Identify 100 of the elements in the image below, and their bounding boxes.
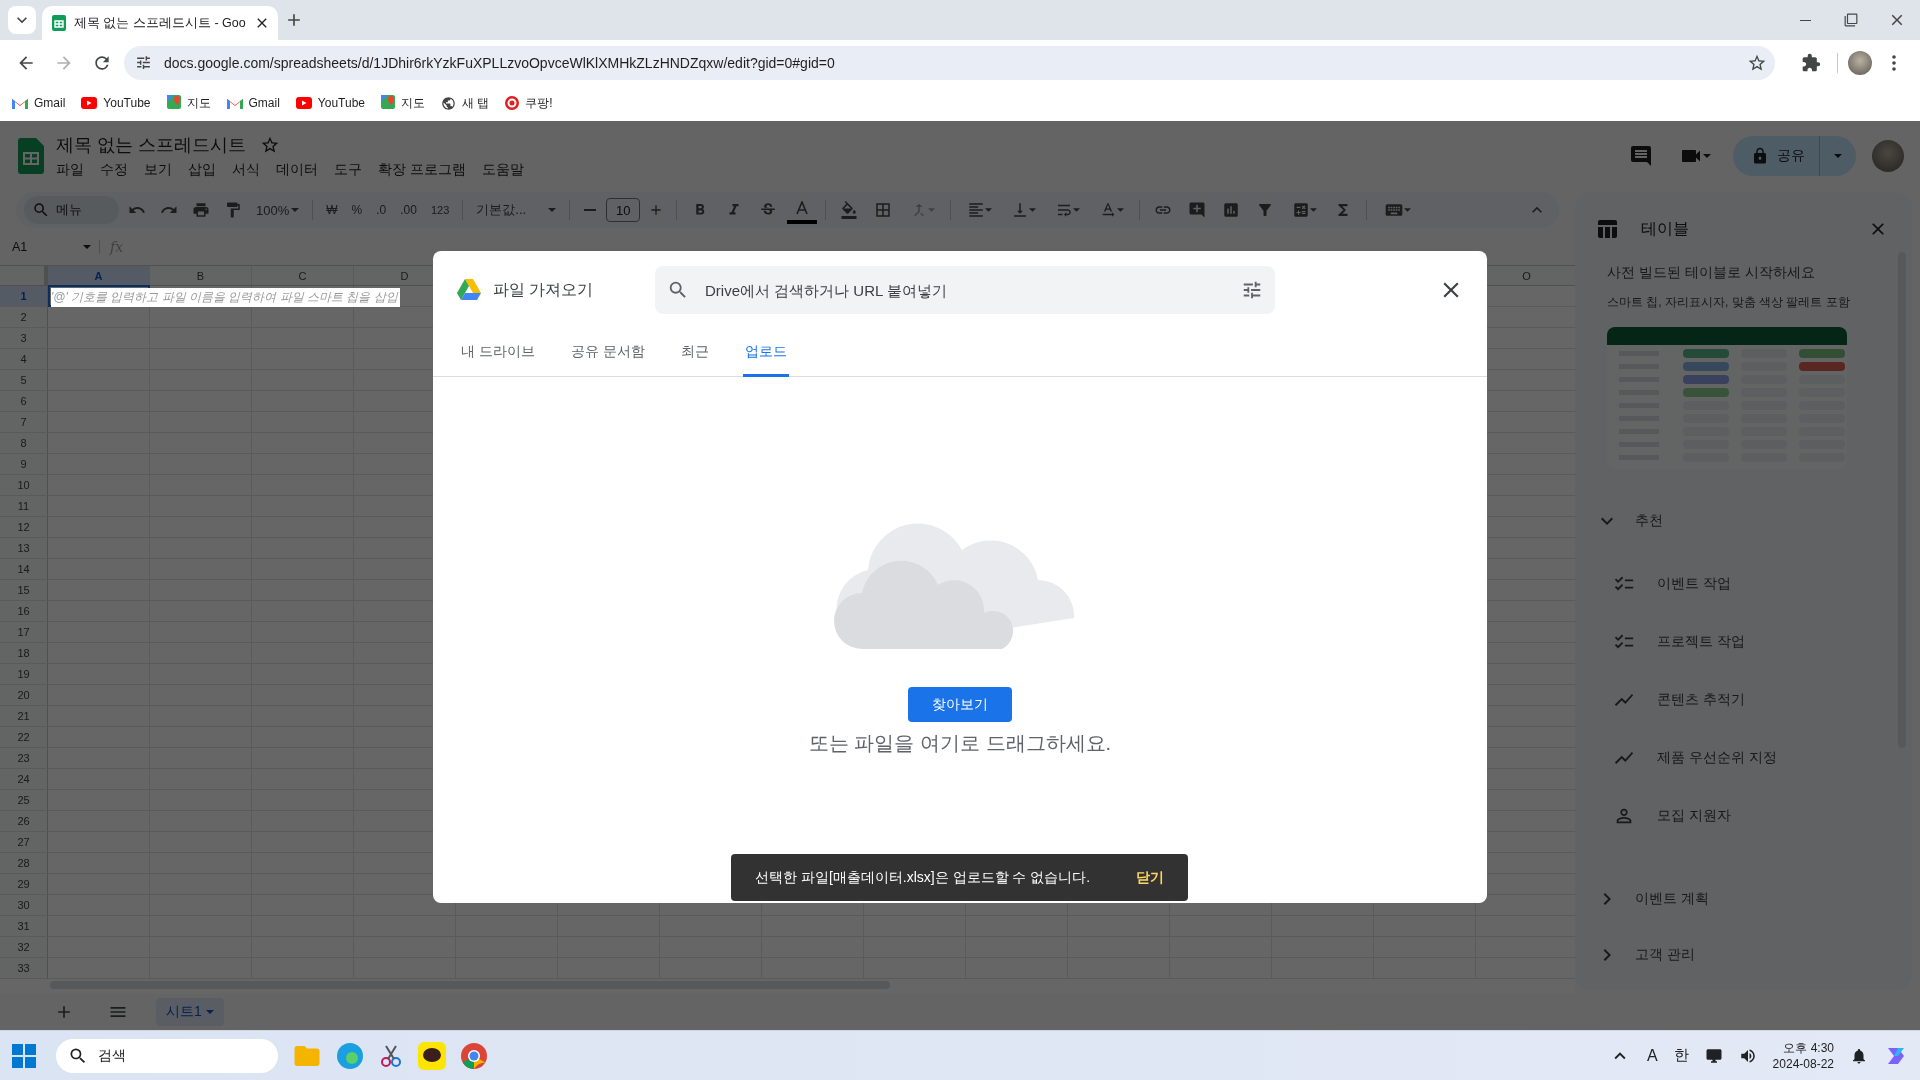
- taskbar-search-field[interactable]: 검색: [56, 1038, 278, 1073]
- row-number[interactable]: 12: [0, 517, 48, 538]
- menu-item[interactable]: 보기: [144, 160, 172, 179]
- browser-icon[interactable]: [336, 1041, 364, 1070]
- chrome-icon[interactable]: [460, 1041, 488, 1070]
- browser-tab[interactable]: 제목 없는 스프레드시트 - Goo: [42, 6, 278, 40]
- template-item[interactable]: 제품 우선순위 지정: [1575, 729, 1912, 787]
- drive-search-field[interactable]: Drive에서 검색하거나 URL 붙여넣기: [655, 266, 1275, 314]
- row-number[interactable]: 29: [0, 874, 48, 895]
- name-box[interactable]: A1: [10, 239, 100, 254]
- chat-bubble-icon[interactable]: [418, 1041, 446, 1070]
- row-number[interactable]: 27: [0, 832, 48, 853]
- row-number[interactable]: 32: [0, 937, 48, 958]
- template-item[interactable]: 콘텐츠 추적기: [1575, 671, 1912, 729]
- caret-icon: [1703, 153, 1711, 158]
- row-number[interactable]: 25: [0, 790, 48, 811]
- menu-item[interactable]: 삽입: [188, 160, 216, 179]
- bookmark[interactable]: Gmail: [12, 96, 66, 110]
- bookmark[interactable]: 지도: [166, 94, 211, 112]
- font-select[interactable]: 기본값...: [471, 196, 562, 224]
- menu-item[interactable]: 도움말: [481, 160, 524, 179]
- browse-button[interactable]: 찾아보기: [908, 687, 1012, 722]
- row-number[interactable]: 15: [0, 580, 48, 601]
- menu-search-field[interactable]: 메뉴: [24, 196, 119, 224]
- section-header[interactable]: 추천: [1575, 497, 1912, 545]
- row-number[interactable]: 8: [0, 433, 48, 454]
- network-icon[interactable]: [1704, 1046, 1723, 1065]
- bookmark[interactable]: 새 탭: [441, 94, 490, 112]
- bookmark[interactable]: 지도: [381, 94, 425, 112]
- row-number[interactable]: 16: [0, 601, 48, 622]
- section-header[interactable]: 고객 관리: [1575, 931, 1912, 979]
- template-item[interactable]: 모집 지원자: [1575, 787, 1912, 845]
- row-number[interactable]: 13: [0, 538, 48, 559]
- row-number[interactable]: 14: [0, 559, 48, 580]
- dismiss-button[interactable]: 닫기: [1136, 868, 1164, 887]
- row-number[interactable]: 1: [0, 286, 48, 307]
- row-number[interactable]: 5: [0, 370, 48, 391]
- caret-icon: [83, 244, 91, 249]
- bell-icon[interactable]: [1850, 1046, 1868, 1065]
- dialog-tab[interactable]: 공유 문서함: [568, 329, 647, 377]
- dialog-tab[interactable]: 최근: [678, 329, 711, 377]
- row-number[interactable]: 28: [0, 853, 48, 874]
- row-number[interactable]: 10: [0, 475, 48, 496]
- row-number[interactable]: 4: [0, 349, 48, 370]
- menu-item[interactable]: 서식: [232, 160, 260, 179]
- row-number[interactable]: 24: [0, 769, 48, 790]
- bookmark[interactable]: YouTube: [81, 96, 151, 110]
- row-number[interactable]: 22: [0, 727, 48, 748]
- menu-item[interactable]: 확장 프로그램: [378, 160, 466, 179]
- row-number[interactable]: 6: [0, 391, 48, 412]
- currency-button[interactable]: ₩: [321, 196, 343, 224]
- row-number[interactable]: 9: [0, 454, 48, 475]
- document-title[interactable]: 제목 없는 스프레드시트: [56, 132, 246, 157]
- menu-item[interactable]: 수정: [100, 160, 128, 179]
- row-number[interactable]: 2: [0, 307, 48, 328]
- bookmark[interactable]: 쿠팡!: [505, 94, 553, 112]
- dialog-tab[interactable]: 내 드라이브: [459, 329, 537, 377]
- row-number[interactable]: 33: [0, 958, 48, 979]
- row-number[interactable]: 3: [0, 328, 48, 349]
- restore-icon: [1844, 13, 1858, 27]
- profile-avatar[interactable]: [1848, 50, 1872, 75]
- menu-item[interactable]: 데이터: [276, 160, 318, 179]
- clock[interactable]: 오후 4:30 2024-08-22: [1772, 1039, 1834, 1072]
- percent-button[interactable]: %: [346, 196, 368, 224]
- tab-list-button[interactable]: [8, 6, 36, 34]
- zoom-select[interactable]: 100%: [251, 196, 305, 224]
- column-header[interactable]: C: [252, 266, 354, 285]
- row-number[interactable]: 11: [0, 496, 48, 517]
- template-item[interactable]: 이벤트 작업: [1575, 555, 1912, 613]
- search-options-icon[interactable]: [1241, 279, 1263, 301]
- section-header[interactable]: 이벤트 계획: [1575, 875, 1912, 923]
- address-bar[interactable]: docs.google.com/spreadsheets/d/1JDhir6rkYzkFuXPLLzvoOpvceWlKlXMHkZLzHNDZqxw/edit?gid=0#gid=0: [124, 45, 1775, 80]
- dialog-tab[interactable]: 업로드: [742, 329, 789, 377]
- template-item[interactable]: 프로젝트 작업: [1575, 613, 1912, 671]
- row-number[interactable]: 21: [0, 706, 48, 727]
- row-number[interactable]: 30: [0, 895, 48, 916]
- row-number[interactable]: 26: [0, 811, 48, 832]
- language-indicator[interactable]: 한: [1673, 1046, 1689, 1065]
- row-number[interactable]: 19: [0, 664, 48, 685]
- row-number[interactable]: 17: [0, 622, 48, 643]
- increase-decimal-button[interactable]: .00: [395, 196, 422, 224]
- row-number[interactable]: 7: [0, 412, 48, 433]
- search-input[interactable]: Drive에서 검색하거나 URL 붙여넣기: [703, 280, 1227, 300]
- account-avatar[interactable]: [1872, 139, 1904, 172]
- bookmark[interactable]: Gmail: [226, 96, 280, 110]
- row-number[interactable]: 18: [0, 643, 48, 664]
- number-format-button[interactable]: 123: [425, 196, 455, 224]
- start-button[interactable]: [12, 1043, 36, 1068]
- decrease-decimal-button[interactable]: .0: [371, 196, 392, 224]
- menu-item[interactable]: 도구: [334, 160, 362, 179]
- column-header[interactable]: B: [150, 266, 252, 285]
- menu-item[interactable]: 파일: [56, 160, 84, 179]
- input-mode-indicator[interactable]: A: [1646, 1046, 1658, 1065]
- column-header[interactable]: A: [48, 266, 150, 285]
- row-number[interactable]: 20: [0, 685, 48, 706]
- sheet-tab[interactable]: 시트1: [156, 998, 224, 1026]
- font-size-field[interactable]: 10: [606, 198, 641, 222]
- row-number[interactable]: 23: [0, 748, 48, 769]
- row-number[interactable]: 31: [0, 916, 48, 937]
- bookmark[interactable]: YouTube: [295, 96, 365, 110]
